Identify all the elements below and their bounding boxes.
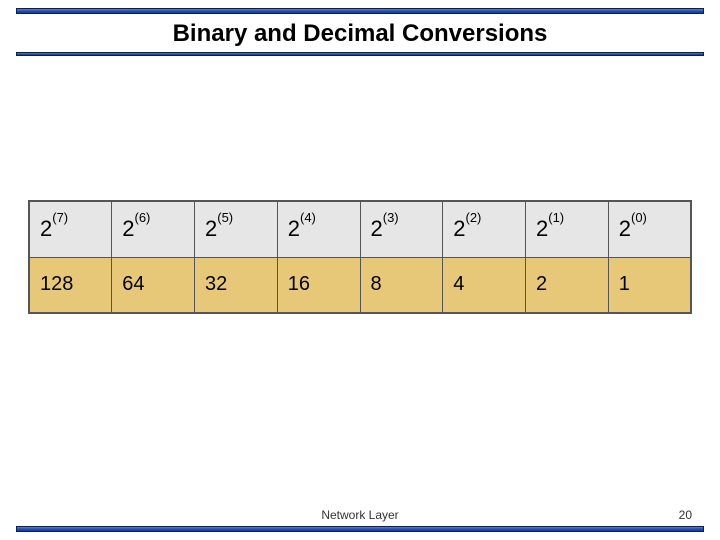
base-label: 2 xyxy=(122,216,134,242)
exp-cell: 2(7) xyxy=(29,201,112,257)
value-cell: 4 xyxy=(443,257,526,313)
exp-cell: 2(5) xyxy=(195,201,278,257)
base-label: 2 xyxy=(371,216,383,242)
exp-label: (4) xyxy=(300,210,316,225)
value-cell: 32 xyxy=(195,257,278,313)
exp-label: (6) xyxy=(135,210,151,225)
exp-cell: 2(4) xyxy=(277,201,360,257)
table-row-exponents: 2(7) 2(6) 2(5) 2(4) 2(3) 2(2) 2(1) 2(0) xyxy=(29,201,691,257)
base-label: 2 xyxy=(619,216,631,242)
value-cell: 16 xyxy=(277,257,360,313)
base-label: 2 xyxy=(453,216,465,242)
title-bottom-bar xyxy=(16,52,704,56)
table-row-values: 128 64 32 16 8 4 2 1 xyxy=(29,257,691,313)
value-cell: 2 xyxy=(526,257,609,313)
value-cell: 8 xyxy=(360,257,443,313)
base-label: 2 xyxy=(536,216,548,242)
powers-table: 2(7) 2(6) 2(5) 2(4) 2(3) 2(2) 2(1) 2(0) … xyxy=(28,200,692,314)
slide-title: Binary and Decimal Conversions xyxy=(16,14,704,52)
value-cell: 128 xyxy=(29,257,112,313)
title-band: Binary and Decimal Conversions xyxy=(16,8,704,56)
footer: Network Layer 20 xyxy=(0,506,720,540)
slide: Binary and Decimal Conversions 2(7) 2(6)… xyxy=(0,0,720,540)
value-cell: 1 xyxy=(608,257,691,313)
footer-bar xyxy=(16,526,704,532)
base-label: 2 xyxy=(288,216,300,242)
exp-cell: 2(6) xyxy=(112,201,195,257)
exp-cell: 2(3) xyxy=(360,201,443,257)
exp-label: (1) xyxy=(548,210,564,225)
exp-cell: 2(1) xyxy=(526,201,609,257)
content-area: 2(7) 2(6) 2(5) 2(4) 2(3) 2(2) 2(1) 2(0) … xyxy=(28,200,692,314)
value-cell: 64 xyxy=(112,257,195,313)
exp-label: (7) xyxy=(52,210,68,225)
exp-label: (2) xyxy=(466,210,482,225)
exp-label: (3) xyxy=(383,210,399,225)
base-label: 2 xyxy=(205,216,217,242)
exp-cell: 2(2) xyxy=(443,201,526,257)
exp-cell: 2(0) xyxy=(608,201,691,257)
page-number: 20 xyxy=(679,508,692,522)
footer-label: Network Layer xyxy=(0,508,720,522)
exp-label: (0) xyxy=(631,210,647,225)
exp-label: (5) xyxy=(217,210,233,225)
base-label: 2 xyxy=(40,216,52,242)
